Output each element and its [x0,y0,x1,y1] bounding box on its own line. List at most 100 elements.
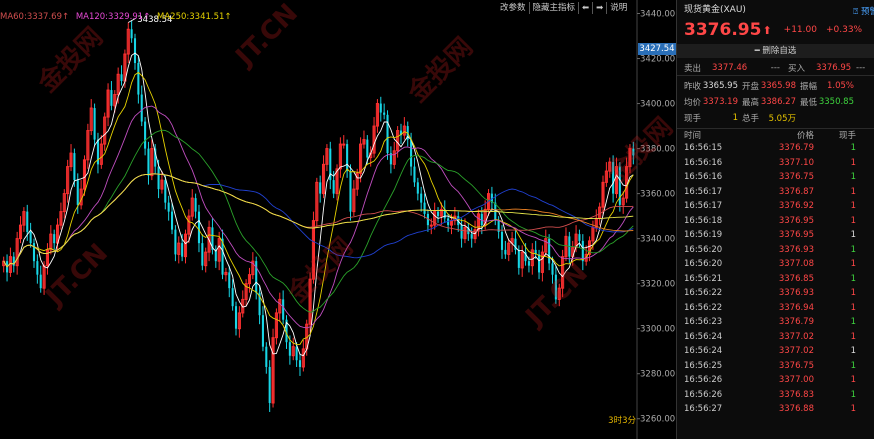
tick-row[interactable]: 16:56:17 3376.87 1 [677,185,874,200]
tick-time: 16:56:21 [684,273,723,284]
tick-time: 16:56:16 [684,157,723,168]
tick-list[interactable]: 16:56:15 3376.79 1 16:56:16 3377.10 1 16:56:16… [677,141,874,417]
tick-row[interactable]: 16:56:22 3376.93 1 [677,286,874,301]
stat-label: 昨收 [684,82,702,92]
tick-price: 3376.94 [778,302,814,313]
tick-time: 16:56:20 [684,244,723,255]
candle-body [164,180,167,203]
arrow-left-icon[interactable]: ⬅ [579,2,594,14]
tick-row[interactable]: 16:56:24 3377.02 1 [677,344,874,359]
candle-body [73,153,76,181]
candle-body [157,166,160,190]
tick-price: 3377.02 [778,346,814,357]
tick-row[interactable]: 16:56:24 3377.02 1 [677,330,874,345]
tick-vol: 1 [850,244,856,255]
hide-main-indicator-button[interactable]: 隐藏主指标 [530,2,580,14]
tick-row[interactable]: 16:56:21 3376.85 1 [677,272,874,287]
candle-body [93,108,96,140]
candle-body [29,231,32,244]
tick-vol: 1 [850,273,856,284]
tick-row[interactable]: 16:56:19 3376.95 1 [677,228,874,243]
candle-body [342,143,346,146]
tick-vol: 1 [850,346,856,357]
kline-chart-svg[interactable]: 3260.00 3280.00 3300.00 3320.00 3340.00 3360.… [0,0,676,439]
kline-chart[interactable]: 3260.00 3280.00 3300.00 3320.00 3340.00 3360.… [0,0,676,439]
tick-vol: 1 [850,230,856,241]
bid-ask-row: 卖出 3377.46 --- 买入 3376.95 --- [677,60,874,76]
candle-body [288,342,291,356]
tick-price: 3376.87 [778,186,814,197]
arrow-right-icon[interactable]: ➡ [593,2,608,14]
candle-body [460,225,463,239]
tick-time: 16:56:20 [684,259,723,270]
tick-time: 16:56:27 [684,404,723,415]
candle-body [420,193,423,203]
last-price: 3376.95 [684,20,762,40]
candle-body [140,94,143,122]
sell-label: 卖出 [684,63,702,74]
help-button[interactable]: 说明 [607,2,630,14]
tick-time: 16:56:17 [684,201,723,212]
sell-qty: --- [770,62,780,73]
tick-row[interactable]: 16:56:22 3376.94 1 [677,301,874,316]
candle-body [298,360,302,367]
tick-price: 3376.93 [778,288,814,299]
candle-body [39,274,42,289]
tick-row[interactable]: 16:56:20 3376.93 1 [677,243,874,258]
candle-body [197,211,201,244]
quote-header: 现货黄金(XAU) ⍰ 预警 [677,0,874,18]
alert-button[interactable]: ⍰ 预警 [853,5,874,17]
tick-row[interactable]: 16:56:23 3376.79 1 [677,315,874,330]
ma10-line [3,71,634,345]
tick-vol: 1 [850,186,856,197]
candle-body [201,243,204,266]
edit-params-button[interactable]: 改参数 [497,2,530,14]
tick-row[interactable]: 16:56:25 3376.75 1 [677,359,874,374]
tick-row[interactable]: 16:56:26 3376.83 1 [677,388,874,403]
tick-vol: 1 [850,389,856,400]
candle-body [36,261,39,275]
stat-label: 均价 [684,98,702,108]
candle-body [386,114,389,154]
candle-body [423,202,426,214]
ma5-line [3,52,634,357]
stat-label: 振幅 [800,82,818,92]
tick-price: 3376.88 [778,404,814,415]
tick-price: 3376.79 [778,317,814,328]
tick-price: 3376.85 [778,273,814,284]
y-tick-label: 3280.00 [640,370,675,380]
tick-row[interactable]: 16:56:15 3376.79 1 [677,141,874,156]
candle-body [231,288,234,307]
tick-time: 16:56:15 [684,143,723,154]
tick-price: 3377.08 [778,259,814,270]
ma120-legend: MA120:3329.91↑ [75,12,151,22]
candle-body [130,29,133,39]
tick-vol: 1 [850,172,856,183]
y-tick-label: 3440.00 [640,10,675,20]
tick-price: 3377.00 [778,375,814,386]
stats-row: 现手 1 总手 5.05万 [684,110,874,126]
tick-row[interactable]: 16:56:27 3376.88 1 [677,402,874,417]
stat-value: 3365.98 [760,81,796,91]
candle-body [632,148,635,156]
tick-row[interactable]: 16:56:16 3377.10 1 [677,156,874,171]
candle-body [319,182,322,194]
y-tick-label: 3360.00 [640,190,675,200]
candle-body [346,144,349,172]
tick-price: 3376.95 [778,215,814,226]
candle-body [167,202,170,212]
remove-watchlist-button[interactable]: ━ 删除自选 [677,44,874,58]
current-price-tag: 3427.54 [638,43,676,55]
tick-row[interactable]: 16:56:26 3377.00 1 [677,373,874,388]
alert-label: 预警 [860,7,874,17]
tick-time: 16:56:24 [684,331,723,342]
tick-time: 16:56:22 [684,288,723,299]
tick-row[interactable]: 16:56:17 3376.92 1 [677,199,874,214]
price-change: +11.00 [783,25,817,35]
price-change-pct: +0.33% [825,25,863,35]
candle-body [527,261,530,266]
y-tick-label: 3320.00 [640,280,675,290]
tick-row[interactable]: 16:56:18 3376.95 1 [677,214,874,229]
tick-row[interactable]: 16:56:20 3377.08 1 [677,257,874,272]
tick-row[interactable]: 16:56:16 3376.75 1 [677,170,874,185]
